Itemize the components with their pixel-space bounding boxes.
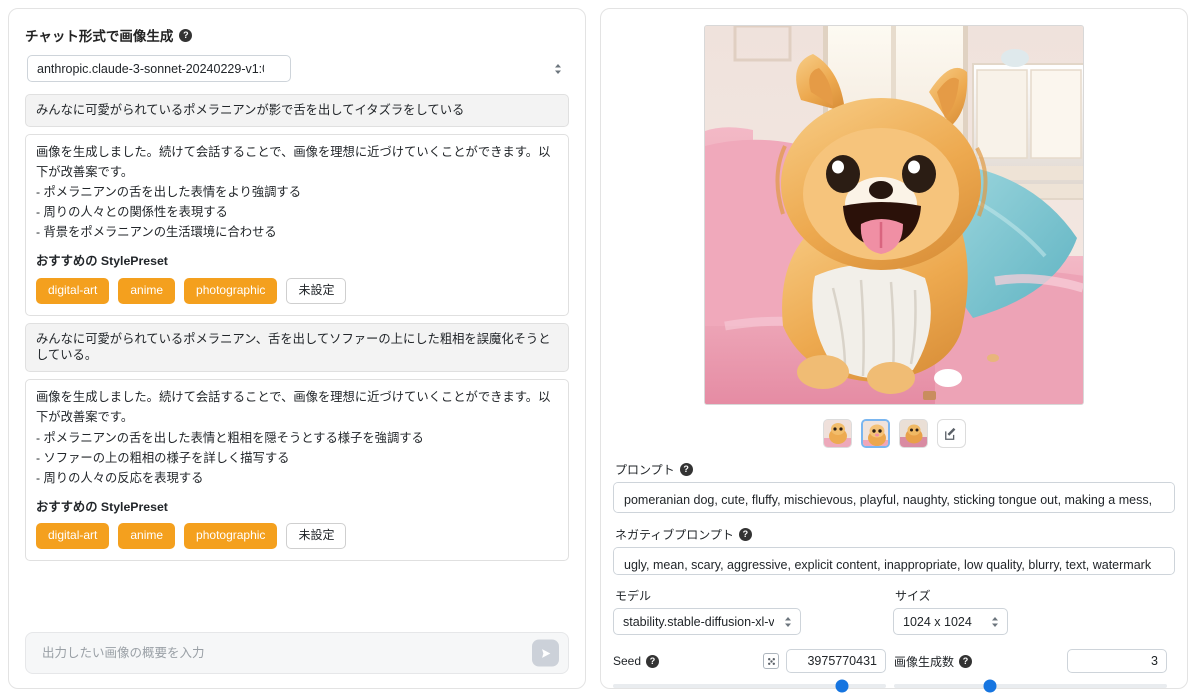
dice-icon[interactable]	[763, 653, 779, 669]
chat-model-select-wrap: anthropic.claude-3-sonnet-20240229-v1:0	[23, 55, 571, 82]
seed-label: Seed ?	[613, 654, 659, 668]
send-icon-svg	[539, 646, 553, 660]
model-field: モデル stability.stable-diffusion-xl-v1	[613, 587, 893, 635]
assistant-bullet: - ソファーの上の粗相の様子を詳しく描写する	[36, 449, 558, 469]
chat-input[interactable]	[40, 645, 516, 661]
prompt-label-text: プロンプト	[615, 461, 675, 478]
style-preset-chips: digital-art anime photographic 未設定	[36, 523, 558, 549]
image-count-top-row: 画像生成数 ?	[894, 649, 1167, 673]
generated-image-wrap	[613, 25, 1175, 405]
image-count-input[interactable]	[1067, 649, 1167, 673]
image-count-label-text: 画像生成数	[894, 653, 954, 670]
style-preset-chip-anime[interactable]: anime	[118, 278, 175, 304]
help-icon[interactable]: ?	[959, 655, 972, 668]
chat-message-list[interactable]: みんなに可愛がられているポメラニアンが影で舌を出してイタズラをしている 画像を生…	[23, 94, 571, 632]
model-select-wrap: stability.stable-diffusion-xl-v1	[613, 608, 801, 635]
negative-prompt-label: ネガティブプロンプト ?	[615, 526, 1175, 543]
slider-row: Seed ?	[613, 649, 1175, 688]
seed-top-row: Seed ?	[613, 649, 886, 673]
model-size-row: モデル stability.stable-diffusion-xl-v1 サイズ	[613, 587, 1175, 635]
help-icon[interactable]: ?	[179, 29, 192, 42]
assistant-lead: 画像を生成しました。続けて会話することで、画像を理想に近づけていくことができます…	[36, 388, 558, 428]
help-icon[interactable]: ?	[739, 528, 752, 541]
dice-icon-svg	[766, 656, 777, 667]
negative-prompt-label-text: ネガティブプロンプト	[615, 526, 734, 543]
chat-message-text: みんなに可愛がられているポメラニアン、舌を出してソファーの上にした粗相を誤魔化そ…	[36, 332, 551, 363]
chevron-updown-svg	[554, 63, 562, 75]
style-preset-chip-unset[interactable]: 未設定	[286, 523, 346, 549]
style-preset-chips: digital-art anime photographic 未設定	[36, 278, 558, 304]
assistant-lead: 画像を生成しました。続けて会話することで、画像を理想に近づけていくことができます…	[36, 143, 558, 183]
chevron-updown-icon	[554, 63, 562, 75]
help-icon[interactable]: ?	[680, 463, 693, 476]
style-preset-chip-digital-art[interactable]: digital-art	[36, 523, 109, 549]
send-icon[interactable]	[532, 640, 559, 667]
image-settings-panel: プロンプト ? pomeranian dog, cute, fluffy, mi…	[600, 8, 1188, 689]
thumbnail-2-art	[863, 421, 890, 448]
image-count-slider-thumb[interactable]	[983, 680, 996, 693]
chat-message-assistant: 画像を生成しました。続けて会話することで、画像を理想に近づけていくことができます…	[25, 379, 569, 561]
generated-image-art	[705, 26, 1084, 405]
help-icon[interactable]: ?	[646, 655, 659, 668]
seed-slider-thumb[interactable]	[836, 680, 849, 693]
seed-control: Seed ?	[613, 649, 894, 688]
negative-prompt-textarea[interactable]: ugly, mean, scary, aggressive, explicit …	[613, 547, 1175, 575]
thumbnail-1-art	[824, 420, 852, 448]
thumbnail-strip	[613, 419, 1175, 448]
style-preset-label: おすすめの StylePreset	[36, 498, 558, 518]
thumbnail-2[interactable]	[861, 419, 890, 448]
assistant-bullet: - 周りの人々の反応を表現する	[36, 469, 558, 489]
style-preset-label: おすすめの StylePreset	[36, 252, 558, 272]
size-field: サイズ 1024 x 1024	[893, 587, 1093, 635]
image-count-control: 画像生成数 ?	[894, 649, 1175, 688]
edit-image-button[interactable]	[937, 419, 966, 448]
chat-panel: チャット形式で画像生成 ? anthropic.claude-3-sonnet-…	[8, 8, 586, 689]
style-preset-chip-digital-art[interactable]: digital-art	[36, 278, 109, 304]
app-root: チャット形式で画像生成 ? anthropic.claude-3-sonnet-…	[0, 0, 1200, 693]
image-count-label: 画像生成数 ?	[894, 653, 972, 670]
page-title: チャット形式で画像生成 ?	[25, 25, 571, 45]
assistant-bullet: - ポメラニアンの舌を出した表情をより強調する	[36, 183, 558, 203]
chat-message-user: みんなに可愛がられているポメラニアン、舌を出してソファーの上にした粗相を誤魔化そ…	[25, 323, 569, 372]
generated-image[interactable]	[704, 25, 1084, 405]
model-select[interactable]: stability.stable-diffusion-xl-v1	[613, 608, 801, 635]
assistant-bullet: - 周りの人々との関係性を表現する	[36, 203, 558, 223]
chat-composer	[25, 632, 569, 674]
style-preset-chip-anime[interactable]: anime	[118, 523, 175, 549]
seed-label-text: Seed	[613, 654, 641, 668]
assistant-bullet: - 背景をポメラニアンの生活環境に合わせる	[36, 223, 558, 243]
model-label: モデル	[615, 587, 893, 604]
assistant-bullet: - ポメラニアンの舌を出した表情と粗相を隠そうとする様子を強調する	[36, 429, 558, 449]
chat-message-text: みんなに可愛がられているポメラニアンが影で舌を出してイタズラをしている	[36, 103, 464, 117]
chat-message-assistant: 画像を生成しました。続けて会話することで、画像を理想に近づけていくことができます…	[25, 134, 569, 316]
prompt-label: プロンプト ?	[615, 461, 1175, 478]
seed-input[interactable]	[786, 649, 886, 673]
prompt-textarea[interactable]: pomeranian dog, cute, fluffy, mischievou…	[613, 482, 1175, 513]
edit-square-icon	[944, 427, 958, 441]
style-preset-chip-photographic[interactable]: photographic	[184, 523, 277, 549]
seed-slider-track[interactable]	[613, 684, 886, 688]
size-label: サイズ	[895, 587, 1093, 604]
thumbnail-3[interactable]	[899, 419, 928, 448]
size-select[interactable]: 1024 x 1024	[893, 608, 1008, 635]
chat-model-select[interactable]: anthropic.claude-3-sonnet-20240229-v1:0	[27, 55, 291, 82]
style-preset-chip-photographic[interactable]: photographic	[184, 278, 277, 304]
chat-message-user: みんなに可愛がられているポメラニアンが影で舌を出してイタズラをしている	[25, 94, 569, 127]
thumbnail-3-art	[900, 420, 928, 448]
size-select-wrap: 1024 x 1024	[893, 608, 1008, 635]
style-preset-chip-unset[interactable]: 未設定	[286, 278, 346, 304]
image-count-slider-track[interactable]	[894, 684, 1167, 688]
thumbnail-1[interactable]	[823, 419, 852, 448]
page-title-text: チャット形式で画像生成	[25, 25, 173, 45]
